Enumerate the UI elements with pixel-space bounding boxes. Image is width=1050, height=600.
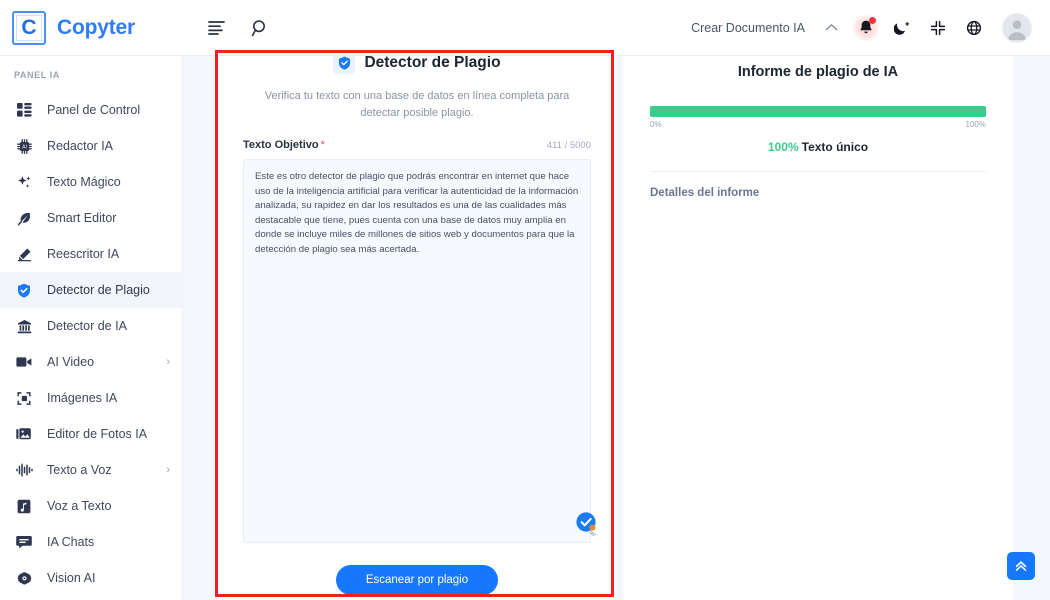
sidebar-item-label: Texto a Voz bbox=[47, 463, 112, 477]
grammarly-check-icon[interactable] bbox=[573, 509, 603, 539]
progress-fill bbox=[650, 106, 986, 117]
chevron-right-icon: › bbox=[166, 464, 170, 476]
scale-max-label: 100% bbox=[965, 120, 986, 129]
sidebar-item-smart-editor[interactable]: Smart Editor bbox=[0, 200, 182, 236]
sidebar-item-label: Detector de Plagio bbox=[47, 283, 150, 297]
audio-file-icon bbox=[14, 499, 34, 514]
sidebar-item-panel-de-control[interactable]: Panel de Control bbox=[0, 92, 182, 128]
brand-mark-letter: C bbox=[21, 16, 37, 39]
sidebar-item-label: Redactor IA bbox=[47, 139, 114, 153]
photo-editor-icon bbox=[14, 427, 34, 441]
notification-badge-dot bbox=[869, 17, 876, 24]
target-text-field-row: Texto Objetivo * 411 / 5000 bbox=[243, 135, 591, 153]
sidebar: PANEL IA Panel de Control AI Redactor IA… bbox=[0, 56, 183, 600]
main-content: Detector de Plagio Verifica tu texto con… bbox=[183, 50, 1050, 600]
sidebar-item-detector-de-plagio[interactable]: Detector de Plagio bbox=[0, 272, 182, 308]
uniqueness-summary: 100% Texto único bbox=[650, 140, 986, 154]
sidebar-item-voz-a-texto[interactable]: Voz a Texto bbox=[0, 488, 182, 524]
vision-brain-icon bbox=[14, 571, 34, 586]
svg-text:AI: AI bbox=[22, 144, 27, 150]
page-title: Detector de Plagio bbox=[364, 54, 501, 71]
sidebar-item-ia-chats[interactable]: IA Chats bbox=[0, 524, 182, 560]
report-divider bbox=[650, 171, 986, 172]
sidebar-item-label: Smart Editor bbox=[47, 211, 117, 225]
compress-fullscreen-icon[interactable] bbox=[930, 20, 946, 36]
character-counter: 411 / 5000 bbox=[546, 140, 591, 151]
sidebar-item-reescritor-ia[interactable]: Reescritor IA bbox=[0, 236, 182, 272]
hamburger-list-icon[interactable] bbox=[208, 20, 225, 35]
sidebar-item-redactor-ia[interactable]: AI Redactor IA bbox=[0, 128, 182, 164]
target-text-label: Texto Objetivo * bbox=[243, 139, 325, 151]
pencil-edit-icon bbox=[14, 247, 34, 262]
search-icon[interactable] bbox=[251, 19, 269, 37]
unique-label: Texto único bbox=[801, 140, 869, 154]
topbar-left-icons bbox=[208, 19, 269, 37]
sidebar-item-label: Imágenes IA bbox=[47, 391, 118, 405]
plagiarism-tool-card: Detector de Plagio Verifica tu texto con… bbox=[218, 50, 616, 600]
brand-mark-icon: C bbox=[12, 10, 46, 45]
top-bar: C Copyter Crear Documento IA bbox=[0, 0, 1050, 56]
scan-plagiarism-button[interactable]: Escanear por plagio bbox=[336, 565, 498, 595]
sidebar-item-label: Reescritor IA bbox=[47, 247, 120, 261]
sidebar-item-label: Vision AI bbox=[47, 571, 96, 585]
scroll-to-top-button[interactable] bbox=[1007, 552, 1035, 580]
uniqueness-bar-chart: 0% 100% 100% Texto único bbox=[650, 106, 986, 154]
ai-chip-icon: AI bbox=[14, 138, 34, 154]
textarea-wrapper bbox=[243, 159, 597, 543]
sidebar-item-vision-ai[interactable]: Vision AI bbox=[0, 560, 182, 596]
brand-name: Copyter bbox=[57, 15, 135, 39]
sidebar-item-label: IA Chats bbox=[47, 535, 95, 549]
waveform-icon bbox=[14, 463, 34, 477]
brand-logo[interactable]: C Copyter bbox=[0, 10, 190, 45]
sidebar-item-label: Detector de IA bbox=[47, 319, 127, 333]
required-mark: * bbox=[320, 139, 325, 151]
sidebar-section-label: PANEL IA bbox=[14, 70, 60, 80]
sidebar-item-texto-magico[interactable]: Texto Mágico bbox=[0, 164, 182, 200]
create-document-link[interactable]: Crear Documento IA bbox=[691, 21, 805, 35]
scale-min-label: 0% bbox=[650, 120, 662, 129]
report-details-title: Detalles del informe bbox=[650, 187, 760, 199]
app-root: C Copyter Crear Documento IA PANEL IA Pa… bbox=[0, 0, 1050, 600]
globe-language-icon[interactable] bbox=[966, 20, 982, 36]
panel-divider bbox=[619, 50, 620, 600]
avatar[interactable] bbox=[1002, 12, 1032, 43]
sidebar-item-texto-a-voz[interactable]: Texto a Voz › bbox=[0, 452, 182, 488]
unique-percent: 100% bbox=[767, 140, 799, 154]
feather-pen-icon bbox=[14, 211, 34, 226]
sidebar-item-imagenes-ia[interactable]: Imágenes IA bbox=[0, 380, 182, 416]
double-chevron-up-icon bbox=[1014, 559, 1028, 573]
sidebar-item-label: Editor de Fotos IA bbox=[47, 427, 148, 441]
moon-dark-mode-icon[interactable] bbox=[894, 20, 910, 36]
bank-detector-icon bbox=[14, 319, 34, 334]
report-title: Informe de plagio de IA bbox=[737, 64, 899, 80]
progress-track bbox=[650, 106, 986, 117]
topbar-right-actions: Crear Documento IA bbox=[691, 12, 1050, 43]
sidebar-item-editor-de-fotos-ia[interactable]: Editor de Fotos IA bbox=[0, 416, 182, 452]
chat-bubble-icon bbox=[14, 535, 34, 549]
sidebar-item-ai-video[interactable]: AI Video › bbox=[0, 344, 182, 380]
plagiarism-report-card: Informe de plagio de IA 0% 100% 100% Text… bbox=[623, 50, 1013, 600]
chevron-right-icon: › bbox=[166, 356, 170, 368]
dashboard-grid-icon bbox=[14, 103, 34, 117]
sidebar-item-label: Voz a Texto bbox=[47, 499, 112, 513]
shield-check-icon bbox=[14, 283, 34, 298]
magic-sparkles-icon bbox=[14, 175, 34, 190]
chevron-up-icon[interactable] bbox=[825, 23, 838, 32]
progress-scale: 0% 100% bbox=[650, 120, 986, 129]
sidebar-item-label: Texto Mágico bbox=[47, 175, 121, 189]
sidebar-item-label: AI Video bbox=[47, 355, 95, 369]
tool-subtitle: Verifica tu texto con una base de datos … bbox=[264, 90, 570, 119]
sidebar-item-detector-de-ia[interactable]: Detector de IA bbox=[0, 308, 182, 344]
target-text-input[interactable] bbox=[243, 159, 591, 543]
bell-icon[interactable] bbox=[852, 13, 880, 42]
image-focus-icon bbox=[14, 391, 34, 406]
sidebar-item-label: Panel de Control bbox=[47, 103, 141, 117]
video-camera-icon bbox=[14, 356, 34, 368]
